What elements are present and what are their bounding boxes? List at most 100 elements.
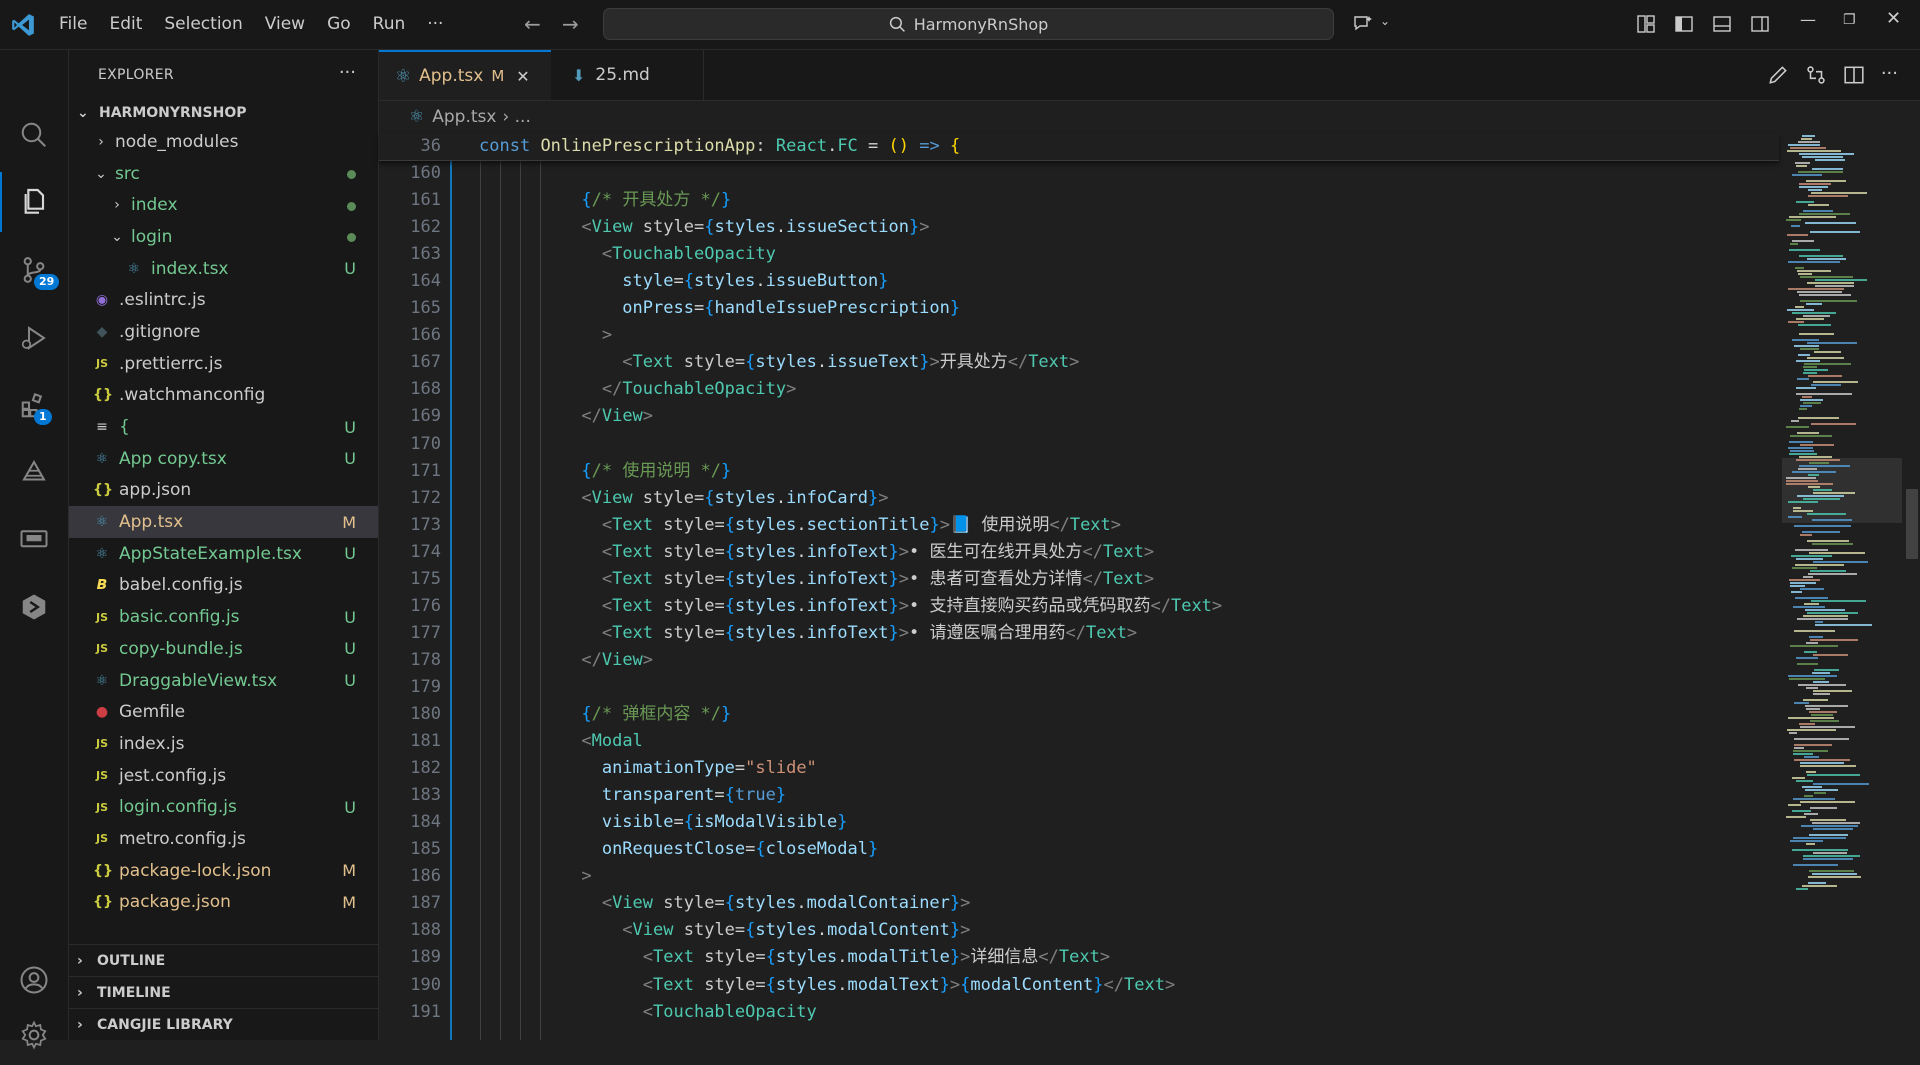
minimize-icon[interactable]: — bbox=[1800, 10, 1816, 29]
compare-changes-icon[interactable] bbox=[1805, 64, 1827, 86]
menu-go[interactable]: Go bbox=[316, 0, 362, 49]
tree-item[interactable]: {} .watchmanconfig bbox=[69, 380, 378, 412]
code-line[interactable]: 160 bbox=[379, 160, 1779, 187]
account-icon[interactable] bbox=[0, 950, 68, 1010]
menu-edit[interactable]: Edit bbox=[98, 0, 153, 49]
tree-item[interactable]: ⚛ App copy.tsx U bbox=[69, 443, 378, 475]
menu-file[interactable]: File bbox=[48, 0, 98, 49]
toggle-secondary-sidebar-icon[interactable] bbox=[1750, 14, 1770, 34]
code-line[interactable]: 183 transparent={true} bbox=[379, 782, 1779, 809]
code-line[interactable]: 177 <Text style={styles.infoText}>• 请遵医嘱… bbox=[379, 620, 1779, 647]
menu-selection[interactable]: Selection bbox=[153, 0, 253, 49]
sticky-scroll-header[interactable]: 36 const OnlinePrescriptionApp: React.FC… bbox=[379, 133, 1779, 161]
code-line[interactable]: 176 <Text style={styles.infoText}>• 支持直接… bbox=[379, 593, 1779, 620]
code-line[interactable]: 174 <Text style={styles.infoText}>• 医生可在… bbox=[379, 539, 1779, 566]
edit-pencil-icon[interactable] bbox=[1767, 64, 1789, 86]
scrollbar-thumb[interactable] bbox=[1906, 489, 1918, 559]
code-line[interactable]: 166 > bbox=[379, 322, 1779, 349]
code-line[interactable]: 187 <View style={styles.modalContainer}> bbox=[379, 890, 1779, 917]
tree-item[interactable]: {} package-lock.json M bbox=[69, 855, 378, 887]
code-line[interactable]: 189 <Text style={styles.modalTitle}>详细信息… bbox=[379, 944, 1779, 971]
code-line[interactable]: 186 > bbox=[379, 863, 1779, 890]
tree-item[interactable]: › node_modules bbox=[69, 126, 378, 158]
code-line[interactable]: 188 <View style={styles.modalContent}> bbox=[379, 917, 1779, 944]
code-line[interactable]: 178 </View> bbox=[379, 647, 1779, 674]
code-line[interactable]: 164 style={styles.issueButton} bbox=[379, 268, 1779, 295]
menu-view[interactable]: View bbox=[254, 0, 316, 49]
tree-item[interactable]: JS jest.config.js bbox=[69, 760, 378, 792]
code-line[interactable]: 175 <Text style={styles.infoText}>• 患者可查… bbox=[379, 566, 1779, 593]
tree-item[interactable]: JS metro.config.js bbox=[69, 823, 378, 855]
code-line[interactable]: 184 visible={isModalVisible} bbox=[379, 809, 1779, 836]
menu-run[interactable]: Run bbox=[362, 0, 417, 49]
tree-item[interactable]: ⚛ App.tsx M bbox=[69, 506, 378, 538]
tree-item[interactable]: ⌄ login bbox=[69, 221, 378, 253]
toggle-panel-icon[interactable] bbox=[1712, 14, 1732, 34]
tree-item[interactable]: ⌄ src bbox=[69, 158, 378, 190]
explorer-more-actions-icon[interactable]: ··· bbox=[339, 62, 356, 83]
chevron-down-icon[interactable]: ⌄ bbox=[1380, 14, 1390, 28]
code-line[interactable]: 171 {/* 使用说明 */} bbox=[379, 458, 1779, 485]
settings-gear-icon[interactable] bbox=[0, 1005, 68, 1065]
tree-item[interactable]: JS .prettierrc.js bbox=[69, 348, 378, 380]
command-center-search[interactable]: HarmonyRnShop bbox=[603, 8, 1334, 40]
testing-flask-icon[interactable] bbox=[0, 442, 68, 502]
code-line[interactable]: 168 </TouchableOpacity> bbox=[379, 376, 1779, 403]
cangjie-icon[interactable] bbox=[0, 577, 68, 637]
tab-close-icon[interactable]: ✕ bbox=[516, 67, 529, 86]
code-line[interactable]: 167 <Text style={styles.issueText}>开具处方<… bbox=[379, 349, 1779, 376]
tree-item[interactable]: ◉ .eslintrc.js bbox=[69, 284, 378, 316]
vertical-scrollbar[interactable] bbox=[1904, 133, 1920, 1040]
code-line[interactable]: 190 <Text style={styles.modalText}>{moda… bbox=[379, 972, 1779, 999]
tab-app-tsx[interactable]: ⚛ App.tsx M ✕ bbox=[379, 50, 551, 100]
close-window-icon[interactable]: ✕ bbox=[1886, 8, 1901, 29]
toggle-primary-sidebar-icon[interactable] bbox=[1674, 14, 1694, 34]
tree-item[interactable]: ● Gemfile bbox=[69, 696, 378, 728]
search-view-icon[interactable] bbox=[0, 105, 68, 165]
minimap[interactable] bbox=[1782, 133, 1902, 903]
code-editor[interactable]: 160 161 {/* 开具处方 */} 162 <View style={sty… bbox=[379, 160, 1779, 1040]
tree-item[interactable]: JS login.config.js U bbox=[69, 791, 378, 823]
explorer-icon[interactable] bbox=[0, 172, 68, 232]
code-line[interactable]: 170 bbox=[379, 431, 1779, 458]
tree-item[interactable]: JS index.js bbox=[69, 728, 378, 760]
code-line[interactable]: 169 </View> bbox=[379, 403, 1779, 430]
remote-explorer-icon[interactable] bbox=[0, 510, 68, 570]
restore-icon[interactable]: ❐ bbox=[1843, 12, 1856, 28]
source-control-icon[interactable]: 29 bbox=[0, 240, 68, 300]
code-line[interactable]: 161 {/* 开具处方 */} bbox=[379, 187, 1779, 214]
breadcrumb-rest[interactable]: › ... bbox=[502, 107, 530, 127]
tree-item[interactable]: ≡ {U bbox=[69, 411, 378, 443]
back-arrow-icon[interactable]: ← bbox=[524, 12, 541, 36]
forward-arrow-icon[interactable]: → bbox=[562, 12, 579, 36]
section-timeline[interactable]: › TIMELINE bbox=[69, 976, 378, 1008]
section-outline[interactable]: › OUTLINE bbox=[69, 944, 378, 976]
code-line[interactable]: 179 bbox=[379, 674, 1779, 701]
code-line[interactable]: 165 onPress={handleIssuePrescription} bbox=[379, 295, 1779, 322]
copilot-chat-icon[interactable] bbox=[1352, 14, 1374, 34]
tree-item[interactable]: ⚛ DraggableView.tsx U bbox=[69, 665, 378, 697]
tree-item[interactable]: 𝘽babel.config.js bbox=[69, 570, 378, 602]
extensions-icon[interactable]: 1 bbox=[0, 375, 68, 435]
tree-item[interactable]: {} app.json bbox=[69, 475, 378, 507]
code-line[interactable]: 162 <View style={styles.issueSection}> bbox=[379, 214, 1779, 241]
tree-item[interactable]: ◆ .gitignore bbox=[69, 316, 378, 348]
run-debug-icon[interactable] bbox=[0, 308, 68, 368]
breadcrumb-file[interactable]: App.tsx bbox=[432, 107, 496, 127]
split-editor-icon[interactable] bbox=[1843, 64, 1865, 86]
section-cangjie-library[interactable]: › CANGJIE LIBRARY bbox=[69, 1008, 378, 1040]
menu-more[interactable]: ··· bbox=[416, 0, 454, 49]
tree-item[interactable]: › index bbox=[69, 189, 378, 221]
code-line[interactable]: 163 <TouchableOpacity bbox=[379, 241, 1779, 268]
workspace-root[interactable]: ⌄ HARMONYRNSHOP bbox=[69, 100, 378, 126]
customize-layout-icon[interactable] bbox=[1636, 14, 1656, 34]
tree-item[interactable]: {} package.json M bbox=[69, 887, 378, 919]
code-line[interactable]: 172 <View style={styles.infoCard}> bbox=[379, 485, 1779, 512]
code-line[interactable]: 191 <TouchableOpacity bbox=[379, 999, 1779, 1026]
code-line[interactable]: 185 onRequestClose={closeModal} bbox=[379, 836, 1779, 863]
code-line[interactable]: 182 animationType="slide" bbox=[379, 755, 1779, 782]
tree-item[interactable]: ⚛ index.tsx U bbox=[69, 253, 378, 285]
code-line[interactable]: 181 <Modal bbox=[379, 728, 1779, 755]
code-line[interactable]: 180 {/* 弹框内容 */} bbox=[379, 701, 1779, 728]
tree-item[interactable]: JS basic.config.js U bbox=[69, 601, 378, 633]
